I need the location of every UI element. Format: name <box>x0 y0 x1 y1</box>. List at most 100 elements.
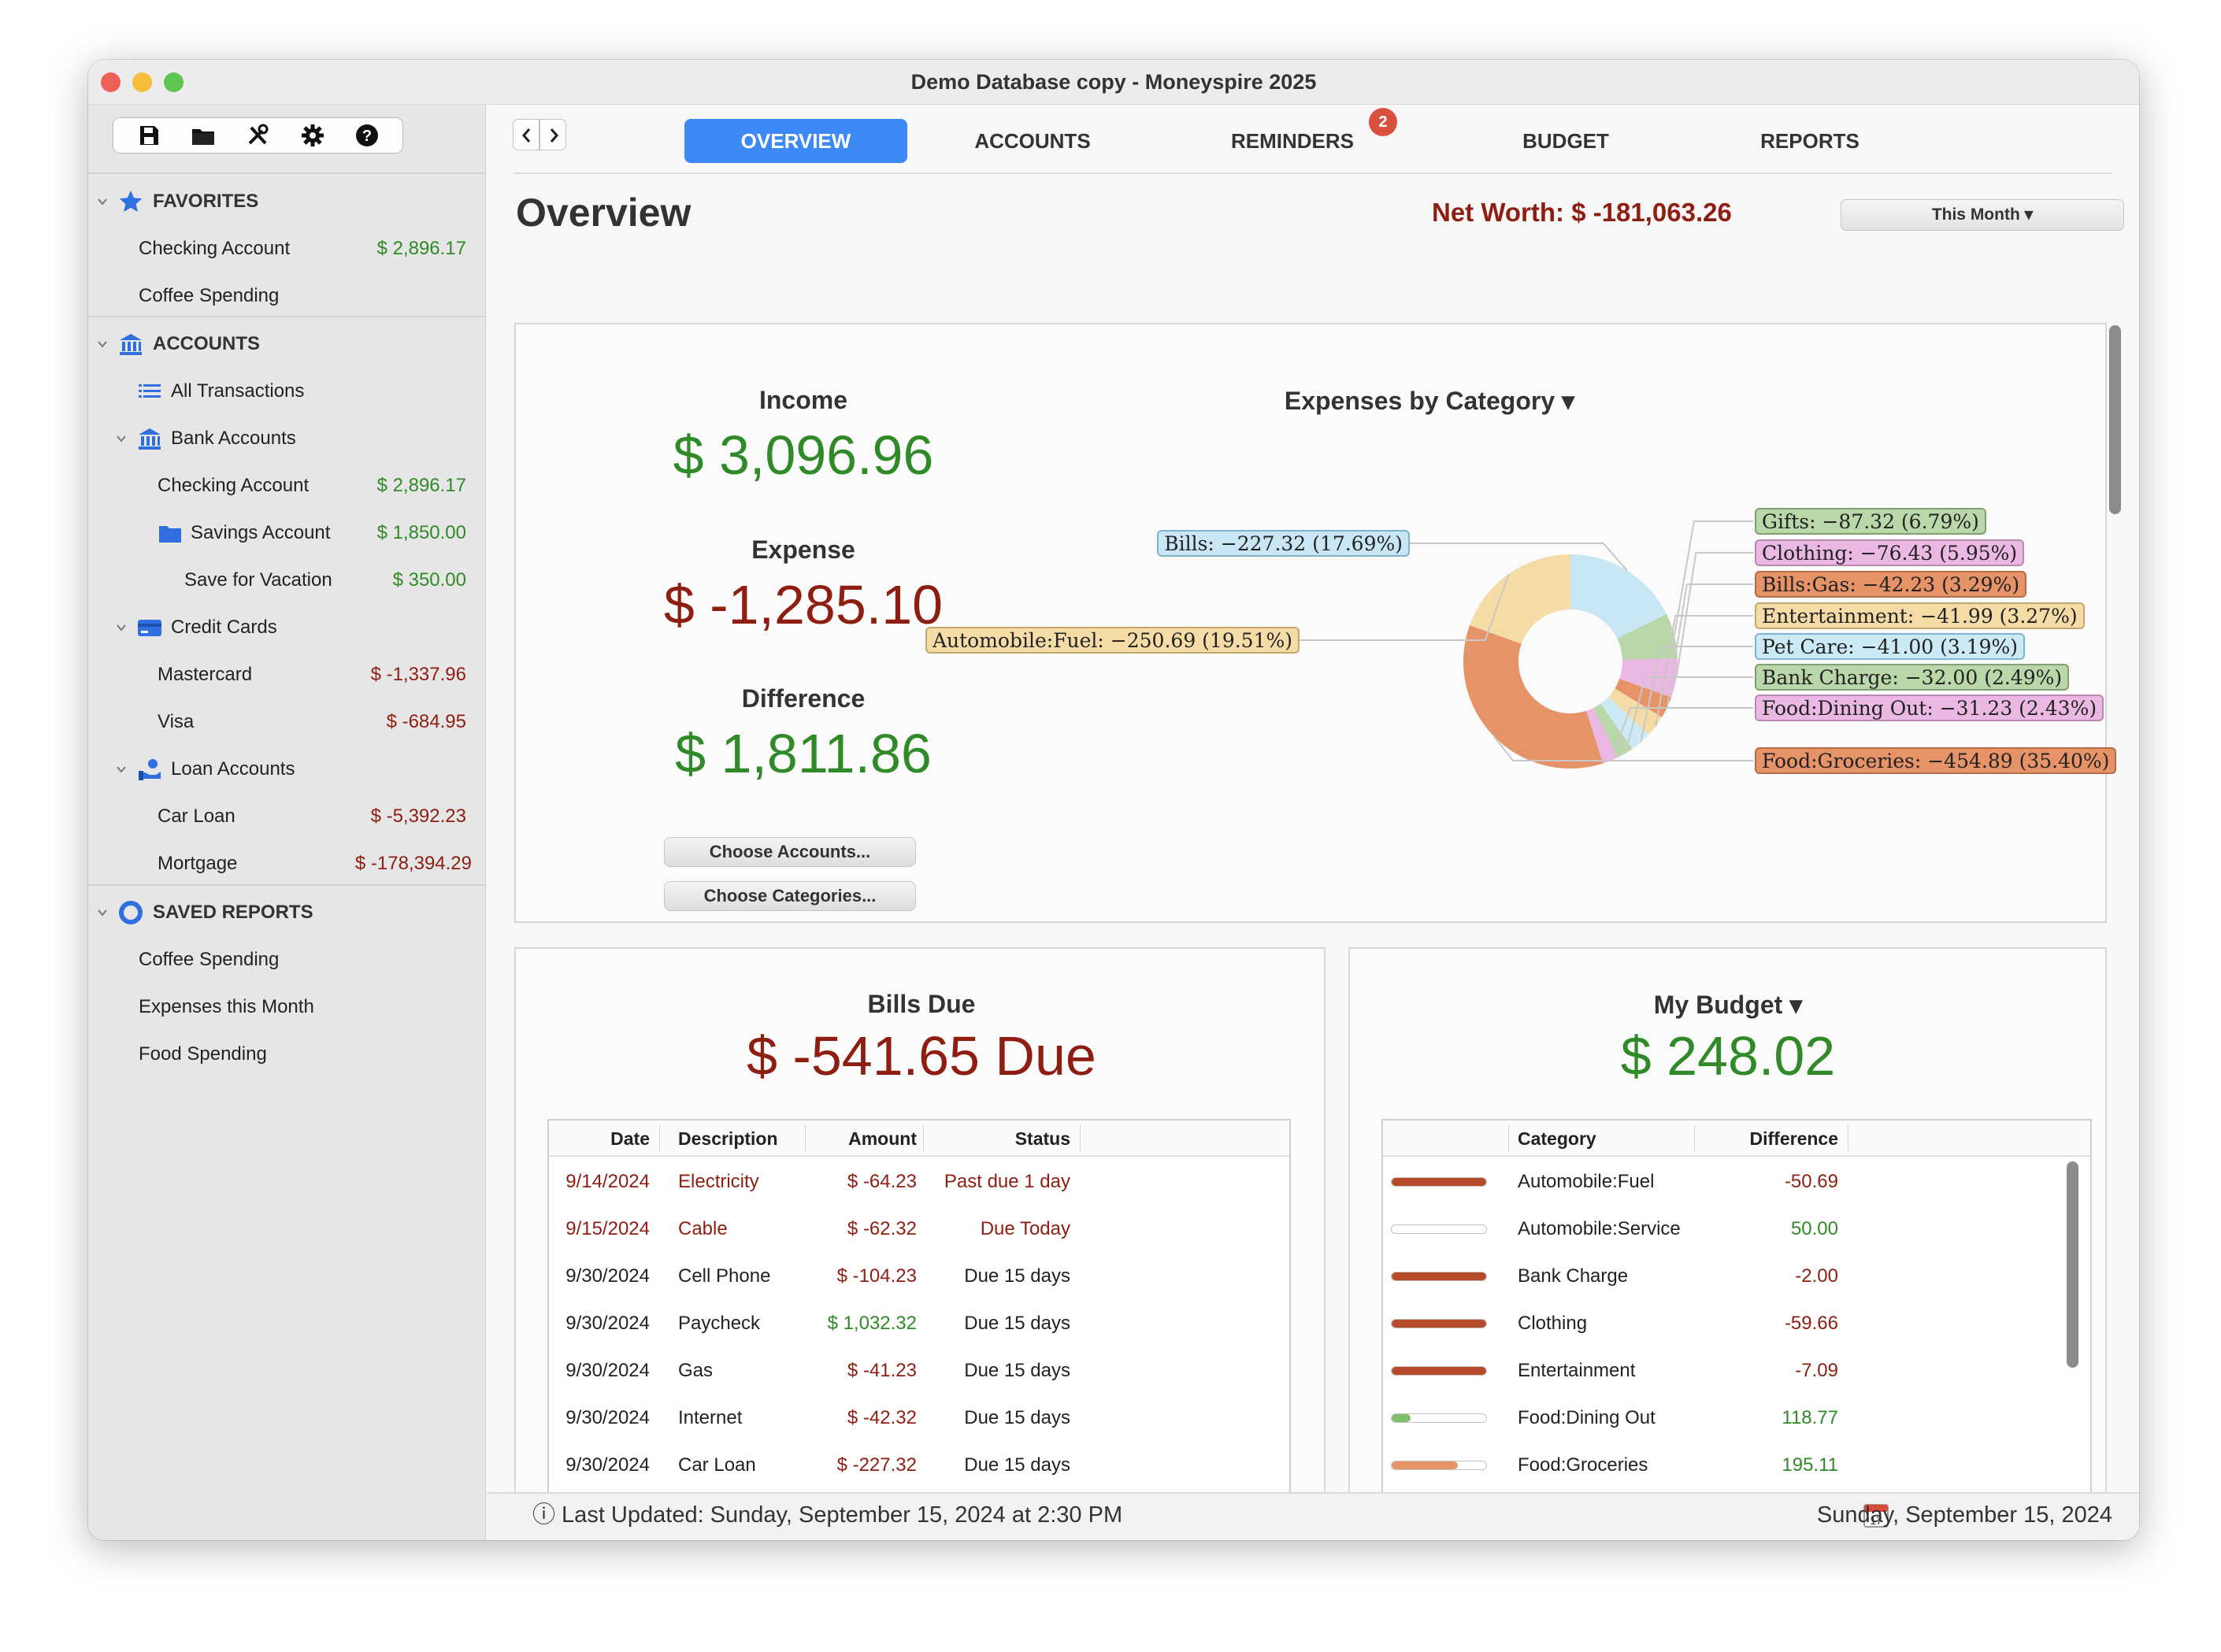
bill-date: 9/30/2024 <box>565 1313 650 1334</box>
budget-category: Clothing <box>1518 1313 1588 1334</box>
reminders-count-badge: 2 <box>1369 108 1397 136</box>
gear-icon[interactable] <box>300 123 325 148</box>
table-row[interactable]: Food:Dining Out 118.77 <box>1383 1395 2060 1442</box>
budget-progress-bar <box>1391 1366 1487 1376</box>
table-row[interactable]: Entertainment -7.09 <box>1383 1347 2060 1395</box>
sidebar-item-report-food[interactable]: Food Spending <box>88 1031 486 1078</box>
table-row[interactable]: 9/30/2024 Paycheck $ 1,032.32 Due 15 days <box>549 1300 1289 1347</box>
sidebar-item-coffee-favorite[interactable]: Coffee Spending <box>88 272 486 320</box>
period-dropdown[interactable]: This Month ▾ <box>1841 199 2124 231</box>
tab-budget[interactable]: BUDGET <box>1448 119 1684 163</box>
tab-reports[interactable]: REPORTS <box>1692 119 1928 163</box>
chevron-down-icon[interactable] <box>96 338 109 350</box>
sidebar-item-credit-cards[interactable]: Credit Cards <box>88 604 486 651</box>
table-row[interactable]: 9/30/2024 Gas $ -41.23 Due 15 days <box>549 1347 1289 1395</box>
overview-scrollbar[interactable] <box>2109 325 2121 514</box>
chevron-down-icon[interactable] <box>96 906 109 919</box>
pie-slice[interactable] <box>1470 554 1570 644</box>
sidebar-item-mortgage[interactable]: Mortgage $ -178,394.29 <box>88 840 486 887</box>
sidebar-item-report-coffee[interactable]: Coffee Spending <box>88 936 486 983</box>
section-saved-reports[interactable]: SAVED REPORTS <box>88 889 486 936</box>
tab-accounts[interactable]: ACCOUNTS <box>914 119 1151 163</box>
sidebar-item-mastercard[interactable]: Mastercard $ -1,337.96 <box>88 651 486 698</box>
status-bar: ⓘ Last Updated: Sunday, September 15, 20… <box>487 1492 2139 1540</box>
pie-label: Bank Charge: −32.00 (2.49%) <box>1755 664 2070 691</box>
help-icon[interactable]: ? <box>354 123 380 148</box>
bill-date: 9/30/2024 <box>565 1265 650 1287</box>
summary-panel: Income $ 3,096.96 Expense $ -1,285.10 Di… <box>514 323 2117 923</box>
table-row[interactable]: 9/30/2024 Cell Phone $ -104.23 Due 15 days <box>549 1253 1289 1300</box>
save-icon[interactable] <box>136 123 161 148</box>
sidebar-item-visa[interactable]: Visa $ -684.95 <box>88 698 486 746</box>
table-row[interactable]: Automobile:Service 50.00 <box>1383 1206 2060 1253</box>
bill-date: 9/30/2024 <box>565 1454 650 1476</box>
account-balance: $ -178,394.29 <box>354 853 472 874</box>
minimize-window-button[interactable] <box>132 72 152 92</box>
pie-label: Entertainment: −41.99 (3.27%) <box>1755 602 2085 629</box>
pie-label: Automobile:Fuel: −250.69 (19.51%) <box>925 627 1300 654</box>
budget-scrollbar[interactable] <box>2067 1161 2078 1368</box>
bill-amount: $ 1,032.32 <box>827 1313 917 1334</box>
budget-progress-fill <box>1392 1367 1486 1375</box>
table-row[interactable]: Bank Charge -2.00 <box>1383 1253 2060 1300</box>
budget-progress-fill <box>1392 1178 1486 1186</box>
bills-due-panel: Bills Due $ -541.65 Due Date Description… <box>514 947 1326 1540</box>
section-label: ACCOUNTS <box>153 333 260 354</box>
budget-category: Automobile:Service <box>1518 1218 1681 1239</box>
sidebar-toolbar: ? <box>113 117 403 154</box>
account-balance: $ -5,392.23 <box>370 806 466 827</box>
folder-icon[interactable] <box>191 123 216 148</box>
sidebar-item-report-expenses[interactable]: Expenses this Month <box>88 983 486 1031</box>
budget-difference: 50.00 <box>1790 1218 1838 1239</box>
close-window-button[interactable] <box>101 72 121 92</box>
sidebar-item-save-for-vacation[interactable]: Save for Vacation $ 350.00 <box>88 557 486 604</box>
table-row[interactable]: Clothing -59.66 <box>1383 1300 2060 1347</box>
column-header-category[interactable]: Category <box>1518 1120 1596 1157</box>
budget-category: Food:Groceries <box>1518 1454 1648 1476</box>
column-header-amount[interactable]: Amount <box>809 1120 917 1157</box>
budget-category: Food:Dining Out <box>1518 1407 1656 1428</box>
pie-slice[interactable] <box>1463 624 1604 769</box>
sidebar-item-car-loan[interactable]: Car Loan $ -5,392.23 <box>88 793 486 840</box>
sidebar-item-checking-favorite[interactable]: Checking Account $ 2,896.17 <box>88 225 486 272</box>
column-header-description[interactable]: Description <box>678 1120 778 1157</box>
table-row[interactable]: Automobile:Fuel -50.69 <box>1383 1158 2060 1206</box>
budget-title-dropdown[interactable]: My Budget ▾ <box>1531 990 1925 1020</box>
section-favorites[interactable]: FAVORITES <box>88 178 486 225</box>
section-label: SAVED REPORTS <box>153 902 313 923</box>
sidebar-item-savings-account[interactable]: Savings Account $ 1,850.00 <box>88 509 486 557</box>
table-row[interactable]: 9/14/2024 Electricity $ -64.23 Past due 1 d… <box>549 1158 1289 1206</box>
sidebar-item-checking-account[interactable]: Checking Account $ 2,896.17 <box>88 462 486 509</box>
bills-table: Date Description Amount Status 9/14/2024… <box>547 1119 1291 1511</box>
sidebar-item-all-transactions[interactable]: All Transactions <box>88 368 486 415</box>
sidebar-item-label: Food Spending <box>139 1043 267 1065</box>
column-header-status[interactable]: Status <box>927 1120 1070 1157</box>
chevron-down-icon[interactable] <box>115 432 128 445</box>
table-row[interactable]: Food:Groceries 195.11 <box>1383 1442 2060 1489</box>
chevron-down-icon[interactable] <box>115 621 128 634</box>
budget-progress-fill <box>1392 1461 1458 1469</box>
table-row[interactable]: 9/15/2024 Cable $ -62.32 Due Today <box>549 1206 1289 1253</box>
forward-button[interactable] <box>539 119 566 150</box>
pie-label: Bills: −227.32 (17.69%) <box>1157 530 1410 557</box>
table-row[interactable]: 9/30/2024 Internet $ -42.32 Due 15 days <box>549 1395 1289 1442</box>
section-label: FAVORITES <box>153 191 259 212</box>
title-bar: Demo Database copy - Moneyspire 2025 <box>88 60 2139 105</box>
section-accounts[interactable]: ACCOUNTS <box>88 320 486 368</box>
column-header-difference[interactable]: Difference <box>1698 1120 1838 1157</box>
back-button[interactable] <box>513 119 539 150</box>
bill-desc: Cable <box>678 1218 728 1239</box>
chevron-down-icon[interactable] <box>96 195 109 208</box>
chevron-down-icon[interactable] <box>115 763 128 776</box>
column-divider <box>1080 1125 1081 1152</box>
tab-overview[interactable]: OVERVIEW <box>684 119 907 163</box>
column-header-date[interactable]: Date <box>549 1120 650 1157</box>
zoom-window-button[interactable] <box>164 72 184 92</box>
tools-icon[interactable] <box>245 123 270 148</box>
sidebar-item-bank-accounts[interactable]: Bank Accounts <box>88 415 486 462</box>
column-divider <box>1508 1125 1509 1152</box>
pie-label: Food:Groceries: −454.89 (35.40%) <box>1755 747 2117 774</box>
budget-total: $ 248.02 <box>1620 1025 1836 1087</box>
table-row[interactable]: 9/30/2024 Car Loan $ -227.32 Due 15 days <box>549 1442 1289 1489</box>
sidebar-item-loan-accounts[interactable]: Loan Accounts <box>88 746 486 793</box>
